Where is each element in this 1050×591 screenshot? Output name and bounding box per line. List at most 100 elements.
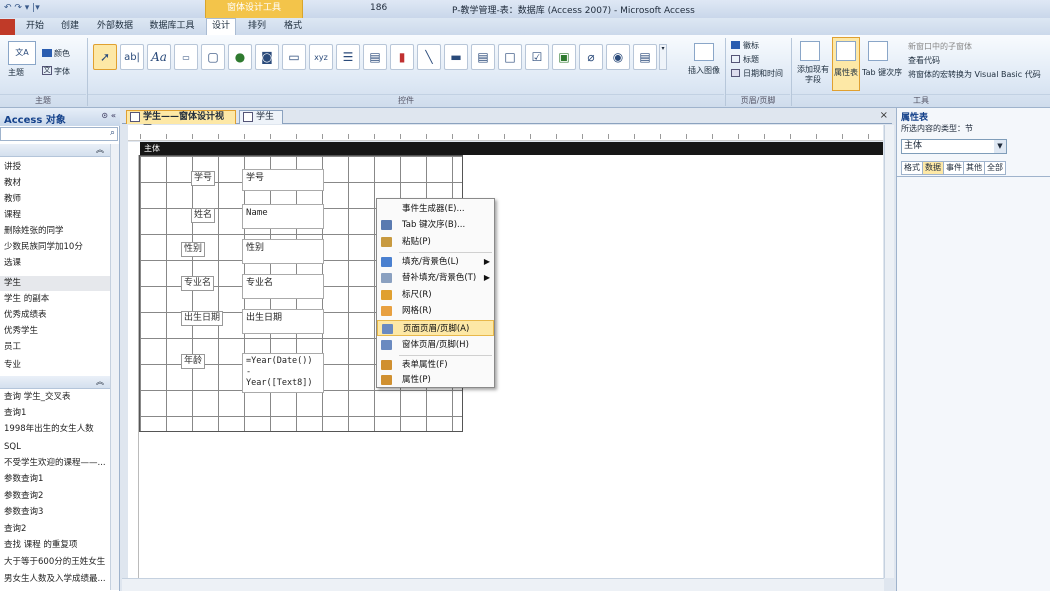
quick-access-toolbar-icon[interactable]: ↶ ↷ ▾ |▾ [4, 3, 40, 13]
nav-query-item[interactable]: 1998年出生的女生人数 [4, 422, 110, 437]
property-sheet-button[interactable]: 属性表 [834, 67, 858, 78]
nav-table-item[interactable]: 员工 [4, 340, 110, 355]
nav-table-item[interactable]: 选课 [4, 256, 110, 271]
nav-query-item[interactable]: 男女生人数及入学成绩最... [4, 572, 110, 587]
nav-pane-title[interactable]: Access 对象 ⊙ « [0, 108, 120, 126]
nav-table-item[interactable]: 专业 [4, 358, 110, 373]
menu-item-fill-color[interactable]: 填充/背景色(L) ▶ [377, 254, 494, 270]
nav-table-item[interactable]: 讲授 [4, 160, 110, 175]
datetime-button[interactable]: 日期和时间 [743, 68, 783, 79]
field-textbox[interactable]: 性别 [242, 239, 324, 264]
nav-table-item[interactable]: 优秀学生 [4, 324, 110, 339]
logo-button[interactable]: 徽标 [743, 40, 759, 51]
nav-query-item[interactable]: 参数查询3 [4, 505, 110, 520]
menu-item-form-properties[interactable]: 表单属性(F) [377, 357, 494, 373]
tab-data-props[interactable]: 数据 [922, 161, 944, 175]
field-textbox[interactable]: Name [242, 204, 324, 229]
tab-create[interactable]: 创建 [55, 19, 85, 35]
fonts-button[interactable]: 字体 [54, 66, 70, 77]
hyperlink-control-icon[interactable]: ● [228, 44, 252, 70]
field-label[interactable]: 学号 [191, 171, 216, 186]
nav-scrollbar[interactable] [110, 144, 119, 590]
field-label[interactable]: 专业名 [181, 276, 215, 291]
menu-item-tab-order[interactable]: Tab 键次序(B)... [377, 217, 494, 233]
tab-arrange[interactable]: 排列 [242, 19, 272, 35]
field-textbox[interactable]: 学号 [242, 169, 324, 191]
menu-item-form-header-footer[interactable]: 窗体页眉/页脚(H) [377, 337, 494, 353]
queries-section-header[interactable]: ︽ [0, 376, 110, 389]
nav-query-item[interactable]: 查询1 [4, 406, 110, 421]
rectangle-control-icon[interactable]: □ [498, 44, 522, 70]
tab-design[interactable]: 设计 [206, 18, 236, 35]
formula-textbox[interactable]: =Year(Date()) - Year([Text8]) [242, 353, 324, 393]
field-label[interactable]: 出生日期 [181, 311, 224, 326]
nav-query-item[interactable]: 不受学生欢迎的课程——... [4, 456, 110, 471]
tab-format[interactable]: 格式 [278, 19, 308, 35]
add-fields-button[interactable]: 添加现有字段 [796, 65, 830, 85]
tables-section-header[interactable]: ︽ [0, 144, 110, 157]
field-label[interactable]: 性别 [181, 242, 206, 257]
view-code-button[interactable]: 查看代码 [908, 55, 940, 66]
label-control-icon[interactable]: Aa [147, 44, 171, 70]
nav-table-item[interactable]: 少数民族同学加10分 [4, 240, 110, 255]
tab-home[interactable]: 开始 [20, 19, 50, 35]
textbox-control-icon[interactable]: ab| [120, 44, 144, 70]
tab-all-props[interactable]: 全部 [984, 161, 1006, 175]
object-select[interactable]: 主体 ▼ [901, 139, 1007, 154]
menu-item-properties[interactable]: 属性(P) [377, 372, 494, 388]
new-subform-button[interactable]: 新窗口中的子窗体 [908, 41, 972, 52]
nav-table-item[interactable]: 删除姓张的同学 [4, 224, 110, 239]
field-textbox[interactable]: 专业名 [242, 274, 324, 299]
nav-query-item[interactable]: 参数查询1 [4, 472, 110, 487]
checkbox-control-icon[interactable]: ☑ [525, 44, 549, 70]
nav-query-item[interactable]: 大于等于600分的王姓女生 [4, 555, 110, 570]
insert-image-button[interactable]: 插入图像 [688, 65, 720, 76]
tab-format-props[interactable]: 格式 [901, 161, 923, 175]
field-label[interactable]: 年龄 [181, 354, 206, 369]
controls-more-icon[interactable]: ▾ [659, 44, 667, 70]
close-icon[interactable]: × [880, 110, 888, 121]
nav-table-item[interactable]: 教师 [4, 192, 110, 207]
menu-item-grid[interactable]: 网格(R) [377, 303, 494, 319]
nav-table-item[interactable]: 教材 [4, 176, 110, 191]
navigation-control-icon[interactable]: ▭ [282, 44, 306, 70]
toggle-button-icon[interactable]: ▬ [444, 44, 468, 70]
web-browser-control-icon[interactable]: ◙ [255, 44, 279, 70]
nav-table-item[interactable]: 学生 的副本 [4, 292, 110, 307]
menu-item-ruler[interactable]: 标尺(R) [377, 287, 494, 303]
nav-table-item[interactable]: 优秀成绩表 [4, 308, 110, 323]
nav-query-item[interactable]: 查询2 [4, 522, 110, 537]
colors-button[interactable]: 颜色 [54, 48, 70, 59]
button-control-icon[interactable]: ▭ [174, 44, 198, 70]
doc-tab-form-design[interactable]: 学生——窗体设计视图 [126, 110, 236, 135]
nav-query-item[interactable]: 查找 课程 的重复项 [4, 538, 110, 553]
horizontal-scrollbar[interactable] [122, 578, 884, 591]
nav-query-item[interactable]: SQL [4, 440, 110, 455]
office-button[interactable] [0, 19, 15, 35]
nav-query-item[interactable]: 查询 学生_交叉表 [4, 390, 110, 405]
nav-collapse-icon[interactable]: ⊙ « [101, 111, 116, 120]
subform-control-icon[interactable]: ▤ [633, 44, 657, 70]
menu-item-page-header-footer[interactable]: 页面页眉/页脚(A) [377, 320, 494, 336]
detail-section-bar[interactable]: 主体 [140, 142, 883, 155]
menu-item-event-builder[interactable]: 事件生成器(E)... [377, 201, 494, 217]
nav-table-item-selected[interactable]: 学生 [0, 276, 110, 291]
attachment-control-icon[interactable]: ⌀ [579, 44, 603, 70]
menu-item-alt-fill-color[interactable]: 替补填充/背景色(T) ▶ [377, 270, 494, 286]
nav-query-item[interactable]: 参数查询2 [4, 489, 110, 504]
option-group-icon[interactable]: xyz [309, 44, 333, 70]
tab-event-props[interactable]: 事件 [943, 161, 965, 175]
doc-tab-form[interactable]: 学生 [239, 110, 283, 124]
themes-icon[interactable]: 文A [8, 41, 36, 65]
tab-control-icon[interactable]: ▢ [201, 44, 225, 70]
vertical-scrollbar[interactable] [884, 125, 894, 578]
line-control-icon[interactable]: ╲ [417, 44, 441, 70]
tab-order-button[interactable]: Tab 键次序 [862, 67, 902, 78]
combo-box-icon[interactable]: ▤ [363, 44, 387, 70]
title-button[interactable]: 标题 [743, 54, 759, 65]
menu-item-paste[interactable]: 粘贴(P) [377, 234, 494, 250]
vertical-ruler[interactable] [128, 155, 139, 579]
nav-search-input[interactable]: ⌕ [0, 127, 118, 141]
convert-macros-button[interactable]: 将窗体的宏转换为 Visual Basic 代码 [908, 69, 1050, 80]
tab-external-data[interactable]: 外部数据 [92, 19, 138, 35]
